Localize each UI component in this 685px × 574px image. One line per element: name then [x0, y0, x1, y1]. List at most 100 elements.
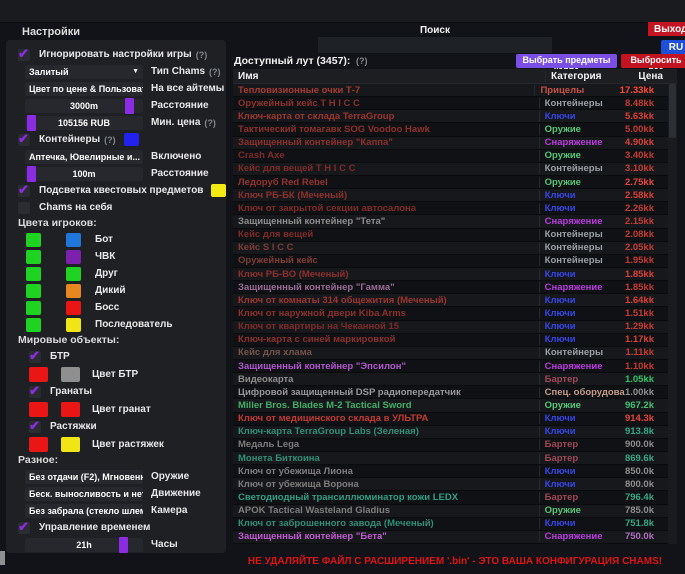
window-titlebar	[0, 0, 685, 23]
player-color-swatch[interactable]	[66, 318, 81, 332]
table-row[interactable]: Ключ-карта TerraGroup Labs (Зеленая)Ключ…	[233, 426, 668, 439]
table-row[interactable]: Ключ от убежища ЛионаКлючи850.0k	[233, 465, 668, 478]
left-scrollbar-thumb[interactable]	[0, 551, 5, 565]
table-row[interactable]: Ключ от квартиры на Чеканной 15Ключи1.29…	[233, 321, 668, 334]
min-price-slider[interactable]: 105156 RUB	[25, 116, 143, 130]
visibility-color-swatch[interactable]	[26, 284, 41, 298]
distance-slider[interactable]: 3000m	[25, 99, 143, 113]
misc-dropdown[interactable]: Без забрала (стекло шлема)	[25, 504, 143, 518]
select-kappa-items-button[interactable]: Выбрать предметы каппа	[516, 54, 617, 68]
table-row[interactable]: Тепловизионные очки Т-7Прицелы17.33kk	[233, 84, 668, 97]
help-icon: (?)	[196, 50, 208, 60]
table-row[interactable]: Защищенный контейнер "Каппа"Снаряжение4.…	[233, 137, 668, 150]
scrollbar-thumb[interactable]	[669, 84, 676, 138]
visibility-color-swatch[interactable]	[26, 250, 41, 264]
visibility-color-swatch[interactable]	[29, 402, 48, 417]
search-input[interactable]	[318, 37, 552, 53]
visibility-color-swatch[interactable]	[29, 367, 48, 382]
item-name: Ключ-карта от склада TerraGroup	[233, 111, 539, 122]
chams-self-checkbox[interactable]	[18, 202, 30, 214]
table-row[interactable]: Ключ РБ-БК (Меченый)Ключи2.58kk	[233, 189, 668, 202]
visibility-color-swatch[interactable]	[26, 267, 41, 281]
misc-dropdown[interactable]: Без отдачи (F2), Мгновенное п	[25, 470, 143, 484]
table-row[interactable]: Защищенный контейнер "Эпсилон"Снаряжение…	[233, 360, 668, 373]
slider-handle[interactable]	[119, 537, 128, 553]
table-row[interactable]: Miller Bros. Blades M-2 Tactical SwordОр…	[233, 399, 668, 412]
hours-slider[interactable]: 21h	[25, 538, 143, 552]
quest-items-checkbox[interactable]	[18, 185, 30, 197]
table-row[interactable]: Защищенный контейнер "Тета"Снаряжение2.1…	[233, 215, 668, 228]
player-color-swatch[interactable]	[66, 250, 81, 264]
time-control-checkbox[interactable]	[18, 522, 30, 534]
player-color-swatch[interactable]	[66, 284, 81, 298]
table-row[interactable]: Ключ от наружной двери Kiba ArmsКлючи1.5…	[233, 307, 668, 320]
item-price: 2.58kk	[625, 190, 668, 201]
loot-table-scrollbar[interactable]	[668, 84, 677, 544]
table-row[interactable]: ВидеокартаБартер1.05kk	[233, 373, 668, 386]
slider-handle[interactable]	[27, 115, 36, 131]
player-color-swatch[interactable]	[66, 233, 81, 247]
settings-panel: Игнорировать настройки игры (?) Залитый …	[6, 40, 226, 553]
table-row[interactable]: Ключ от закрытой секции автосалонаКлючи2…	[233, 202, 668, 215]
item-name: Оружейный кейс Т Н I С С	[233, 98, 539, 109]
table-row[interactable]: Светодиодный трансиллюминатор кожи LEDXБ…	[233, 491, 668, 504]
object-color-swatch[interactable]	[61, 437, 80, 452]
item-price: 8.48kk	[625, 98, 668, 109]
visibility-color-swatch[interactable]	[29, 437, 48, 452]
table-row[interactable]: Медаль LegaБартер900.0k	[233, 439, 668, 452]
player-color-swatch[interactable]	[66, 267, 81, 281]
table-row[interactable]: Ключ от заброшенного завода (Меченый)Клю…	[233, 518, 668, 531]
item-category: Ключи	[539, 295, 625, 306]
player-color-row: Последователь	[26, 316, 222, 333]
table-row[interactable]: Защищенный контейнер "Бета"Снаряжение750…	[233, 531, 668, 544]
misc-dropdown[interactable]: Беск. выносливость и нет уста	[25, 487, 143, 501]
player-color-swatch[interactable]	[66, 301, 81, 315]
table-row[interactable]: Защищенный контейнер "Гамма"Снаряжение1.…	[233, 281, 668, 294]
containers-distance-slider[interactable]: 100m	[25, 167, 143, 181]
table-row[interactable]: Оружейный кейсКонтейнеры1.95kk	[233, 255, 668, 268]
object-color-swatch[interactable]	[61, 402, 80, 417]
column-header-name[interactable]: Имя	[233, 71, 545, 82]
world-object-checkbox[interactable]	[29, 421, 41, 433]
chams-type-dropdown[interactable]: Залитый	[25, 65, 143, 79]
table-row[interactable]: Ключ от комнаты 314 общежития (Меченый)К…	[233, 294, 668, 307]
quest-items-color-swatch[interactable]	[211, 184, 226, 197]
item-price: 2.75kk	[625, 177, 668, 188]
slider-handle[interactable]	[27, 166, 36, 182]
column-header-price[interactable]: Цена	[633, 71, 677, 82]
discard-all-button[interactable]: Выбросить все	[621, 54, 685, 68]
table-row[interactable]: Кейс для хламаКонтейнеры1.11kk	[233, 347, 668, 360]
table-row[interactable]: Ключ от убежища ВоронаКлючи800.0k	[233, 478, 668, 491]
world-object-color-label: Цвет БТР	[92, 369, 138, 380]
table-row[interactable]: Монета БиткоинаБартер869.6k	[233, 452, 668, 465]
ignore-game-settings-checkbox[interactable]	[18, 49, 30, 61]
visibility-color-swatch[interactable]	[26, 318, 41, 332]
table-row[interactable]: Crash AxeОружие3.40kk	[233, 150, 668, 163]
slider-handle[interactable]	[125, 98, 134, 114]
visibility-color-swatch[interactable]	[26, 233, 41, 247]
all-items-dropdown[interactable]: Цвет по цене & Пользователь	[25, 82, 143, 96]
table-row[interactable]: Цифровой защищенный DSP радиопередатчикС…	[233, 386, 668, 399]
world-object-checkbox[interactable]	[29, 351, 41, 363]
object-color-swatch[interactable]	[61, 367, 80, 382]
table-row[interactable]: APOK Tactical Wasteland GladiusОружие785…	[233, 505, 668, 518]
table-row[interactable]: Ключ РБ-ВО (Меченый)Ключи1.85kk	[233, 268, 668, 281]
containers-color-swatch[interactable]	[124, 133, 139, 146]
table-row[interactable]: Ключ от медицинского склада в УЛЬТРАКлюч…	[233, 413, 668, 426]
containers-checkbox[interactable]	[18, 134, 30, 146]
visibility-color-swatch[interactable]	[26, 301, 41, 315]
table-row[interactable]: Кейс S I C CКонтейнеры2.05kk	[233, 242, 668, 255]
exit-button[interactable]: Выход	[648, 22, 685, 36]
table-row[interactable]: Кейс для вещейКонтейнеры2.08kk	[233, 229, 668, 242]
world-object-checkbox[interactable]	[29, 386, 41, 398]
table-row[interactable]: Оружейный кейс Т Н I С СКонтейнеры8.48kk	[233, 97, 668, 110]
item-name: Тактический томагавк SOG Voodoo Hawk	[233, 124, 539, 135]
table-row[interactable]: Ледоруб Red RebelОружие2.75kk	[233, 176, 668, 189]
table-row[interactable]: Тактический томагавк SOG Voodoo HawkОруж…	[233, 123, 668, 136]
table-row[interactable]: Ключ-карта с синей маркировкойКлючи1.17k…	[233, 334, 668, 347]
table-row[interactable]: Ключ-карта от склада TerraGroupКлючи5.63…	[233, 110, 668, 123]
column-header-category[interactable]: Категория	[545, 71, 633, 82]
table-row[interactable]: Кейс для вещей Т Н I С СКонтейнеры3.10kk	[233, 163, 668, 176]
language-button[interactable]: RU	[661, 40, 685, 55]
containers-mode-dropdown[interactable]: Аптечка, Ювелирные и...	[25, 150, 143, 164]
